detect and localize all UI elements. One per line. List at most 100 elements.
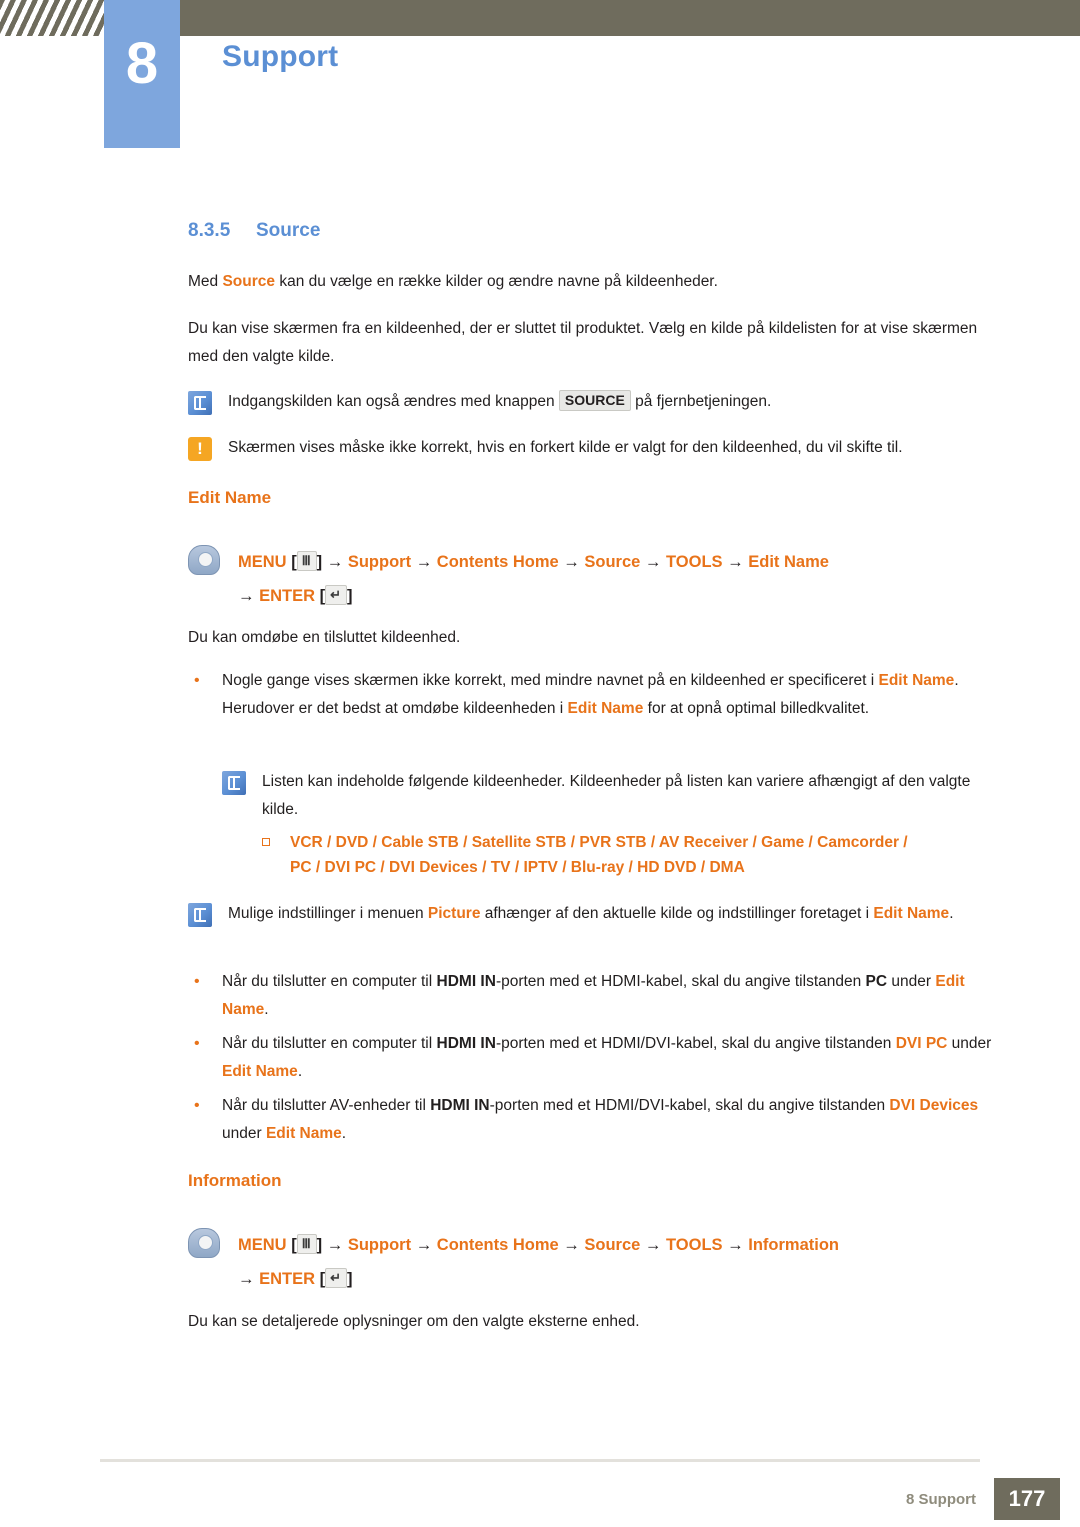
n2-a: Mulige indstillinger i menuen <box>228 905 428 922</box>
subnote-row-device-list: Listen kan indeholde følgende kildeenhed… <box>222 768 1002 824</box>
device-list-row: VCR / DVD / Cable STB / Satellite STB / … <box>262 830 1022 880</box>
arrow-2: → <box>415 1236 433 1254</box>
enter-key-icon: ↵ <box>325 1268 348 1288</box>
remote-control-icon <box>188 1228 220 1258</box>
menu-item-support: Support <box>347 553 412 571</box>
b4-mode: DVI Devices <box>889 1097 979 1114</box>
b2-mode: PC <box>865 973 888 990</box>
square-bullet-icon <box>262 830 290 846</box>
intro-paragraph-2: Du kan vise skærmen fra en kildeenhed, d… <box>188 320 978 365</box>
arrow-3: → <box>563 553 580 571</box>
menu-path-edit-name: MENU [Ⅲ] → Support → Contents Home → Sou… <box>188 545 1018 613</box>
arrow-1: → <box>326 553 344 571</box>
arrow-4: → <box>644 553 662 571</box>
information-description: Du kan se detaljerede oplysninger om den… <box>188 1313 640 1330</box>
b3-edit-name: Edit Name <box>222 1063 298 1080</box>
b4-e: under <box>222 1125 266 1142</box>
menu-item-edit-name: Edit Name <box>748 553 829 571</box>
chapter-number-badge: 8 <box>104 0 180 148</box>
intro-p1-a: Med <box>188 273 223 290</box>
footer-divider <box>100 1459 980 1462</box>
footer-chapter-label: 8 Support <box>906 1491 976 1508</box>
subheading-edit-name: Edit Name <box>188 488 272 507</box>
b4-c: -porten med et HDMI/DVI-kabel, skal du a… <box>489 1097 890 1114</box>
bullet-item-hdmi-dvi-pc: • Når du tilslutter en computer til HDMI… <box>188 1030 1000 1086</box>
section-number: 8.3.5 <box>188 220 231 241</box>
note-icon <box>188 903 212 927</box>
b3-hdmi-in: HDMI IN <box>436 1035 496 1052</box>
bullet-text-hdmi-dvi-devices: Når du tilslutter AV-enheder til HDMI IN… <box>222 1092 1000 1148</box>
note-icon <box>222 771 246 795</box>
arrow-6: → <box>238 1270 255 1288</box>
menu-item-tools: TOOLS <box>666 1236 723 1254</box>
b3-mode: DVI PC <box>895 1035 948 1052</box>
subheading-information: Information <box>188 1171 282 1190</box>
menu-item-source: Source <box>584 553 641 571</box>
bullet-text-hdmi-dvi-pc: Når du tilslutter en computer til HDMI I… <box>222 1030 1000 1086</box>
section-title: Source <box>256 220 321 241</box>
menu-grid-icon: Ⅲ <box>296 1234 317 1254</box>
menu-path-information: MENU [Ⅲ] → Support → Contents Home → Sou… <box>188 1228 1018 1296</box>
page-header: 8 Support <box>0 0 1080 148</box>
arrow-5: → <box>727 1236 744 1254</box>
b1-a: Nogle gange vises skærmen ikke korrekt, … <box>222 672 879 689</box>
device-list-text: VCR / DVD / Cable STB / Satellite STB / … <box>290 830 1022 880</box>
b2-g: . <box>264 1001 269 1018</box>
caution-icon <box>188 437 212 461</box>
menu-item-tools: TOOLS <box>666 553 723 571</box>
note-icon <box>188 391 212 415</box>
b4-edit-name: Edit Name <box>265 1125 342 1142</box>
note1-b: på fjernbetjeningen. <box>630 393 772 410</box>
footer-page-number: 177 <box>994 1478 1060 1520</box>
note1-a: Indgangskilden kan også ændres med knapp… <box>228 393 559 410</box>
note-text-picture-menu: Mulige indstillinger i menuen Picture af… <box>228 900 1000 928</box>
intro-paragraph-1: Med Source kan du vælge en række kilder … <box>188 268 998 296</box>
menu-item-information: Information <box>748 1236 839 1254</box>
menu-enter-label: ENTER <box>259 1270 316 1288</box>
header-hatch-decoration <box>0 0 104 36</box>
intro-p1-source-term: Source <box>222 273 276 290</box>
b4-hdmi-in: HDMI IN <box>430 1097 490 1114</box>
page-footer: 8 Support 177 <box>0 1459 1080 1527</box>
menu-path-text-edit-name: MENU [Ⅲ] → Support → Contents Home → Sou… <box>238 551 829 605</box>
bullet-item-hdmi-dvi-devices: • Når du tilslutter AV-enheder til HDMI … <box>188 1092 1000 1148</box>
chapter-title: Support <box>222 40 339 73</box>
arrow-1: → <box>326 1236 344 1254</box>
b3-a: Når du tilslutter en computer til <box>222 1035 437 1052</box>
n2-term-edit-name: Edit Name <box>873 905 950 922</box>
menu-enter-label: ENTER <box>259 587 316 605</box>
caution-row-wrong-source: Skærmen vises måske ikke korrekt, hvis e… <box>188 434 1000 462</box>
n2-c: afhænger af den aktuelle kilde og indsti… <box>480 905 874 922</box>
b3-e: under <box>947 1035 992 1052</box>
bullet-dot: • <box>194 973 200 990</box>
menu-path-text-information: MENU [Ⅲ] → Support → Contents Home → Sou… <box>238 1234 839 1288</box>
b2-a: Når du tilslutter en computer til <box>222 973 437 990</box>
b1-term-2: Edit Name <box>567 700 644 717</box>
menu-grid-icon: Ⅲ <box>296 551 317 571</box>
note-row-source-button: Indgangskilden kan også ændres med knapp… <box>188 388 1000 416</box>
bullet-dot: • <box>194 1035 200 1052</box>
b4-g: . <box>341 1125 347 1142</box>
b2-c: -porten med et HDMI-kabel, skal du angiv… <box>495 973 866 990</box>
note-row-picture-menu: Mulige indstillinger i menuen Picture af… <box>188 900 1000 928</box>
bullet-dot: • <box>194 1097 200 1114</box>
bullet-text-hdmi-pc: Når du tilslutter en computer til HDMI I… <box>222 968 1000 1024</box>
arrow-6: → <box>238 587 255 605</box>
menu-label: MENU <box>238 553 287 571</box>
intro-p1-c: kan du vælge en række kilder og ændre na… <box>275 273 718 290</box>
note-text-source-button: Indgangskilden kan også ændres med knapp… <box>228 388 1000 416</box>
b3-c: -porten med et HDMI/DVI-kabel, skal du a… <box>495 1035 896 1052</box>
b4-a: Når du tilslutter AV-enheder til <box>222 1097 431 1114</box>
bullet-dot: • <box>194 672 200 689</box>
device-line-1: VCR / DVD / Cable STB / Satellite STB / … <box>290 834 908 851</box>
remote-control-icon <box>188 545 220 575</box>
menu-item-contents-home: Contents Home <box>436 1236 559 1254</box>
caution-text: Skærmen vises måske ikke korrekt, hvis e… <box>228 439 903 456</box>
b2-e: under <box>887 973 936 990</box>
menu-item-source: Source <box>584 1236 641 1254</box>
b1-e: for at opnå optimal billedkvalitet. <box>643 700 870 717</box>
b2-hdmi-in: HDMI IN <box>436 973 496 990</box>
enter-key-icon: ↵ <box>325 585 348 605</box>
menu-label: MENU <box>238 1236 287 1254</box>
menu-item-contents-home: Contents Home <box>436 553 559 571</box>
